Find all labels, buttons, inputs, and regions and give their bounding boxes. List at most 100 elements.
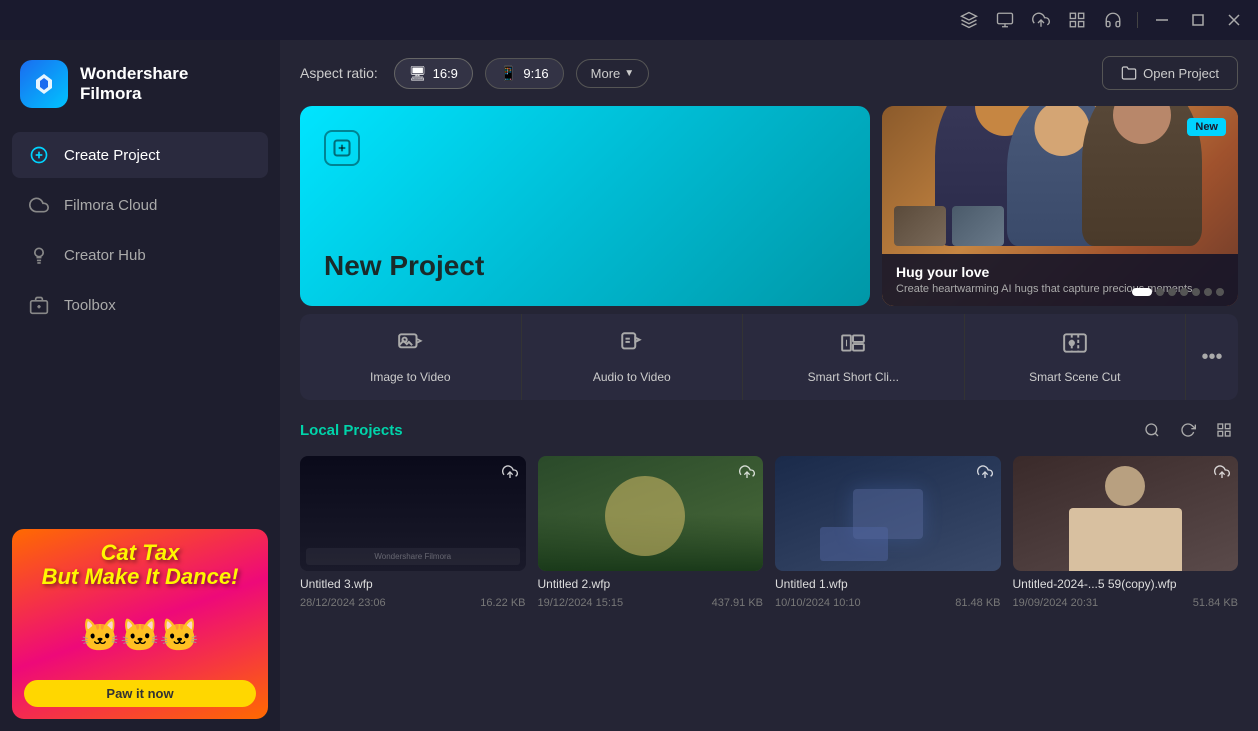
image-to-video-button[interactable]: Image to Video bbox=[300, 314, 522, 400]
feature-title: Hug your love bbox=[896, 264, 1224, 280]
project-item-untitled-3[interactable]: Wondershare Filmora Untitled 3.wfp 28/12… bbox=[300, 456, 526, 609]
sidebar: Wondershare Filmora Create Project bbox=[0, 40, 280, 731]
minimize-button[interactable] bbox=[1146, 4, 1178, 36]
sidebar-item-creator-hub[interactable]: Creator Hub bbox=[12, 232, 268, 278]
audio-to-video-label: Audio to Video bbox=[593, 370, 671, 384]
project-size-4: 51.84 KB bbox=[1193, 597, 1238, 609]
project-size-2: 437.91 KB bbox=[712, 597, 763, 609]
projects-grid: Wondershare Filmora Untitled 3.wfp 28/12… bbox=[300, 456, 1238, 609]
aspect-ratio-bar: Aspect ratio: 🖥 16:9 📱 9:16 More ▼ Open … bbox=[280, 40, 1258, 106]
close-button[interactable] bbox=[1218, 4, 1250, 36]
feature-thumb-2 bbox=[952, 206, 1004, 246]
new-project-card[interactable]: New Project bbox=[300, 106, 870, 306]
ellipsis-icon: ••• bbox=[1201, 346, 1222, 369]
quick-tools-row: Image to Video Audio to Video bbox=[280, 314, 1258, 400]
feature-thumbnails bbox=[894, 206, 1004, 246]
smart-short-clip-icon bbox=[840, 330, 866, 362]
cloud-upload-icon[interactable] bbox=[1025, 4, 1057, 36]
dot-7[interactable] bbox=[1216, 288, 1224, 296]
aspect-16-9-label: 16:9 bbox=[433, 66, 458, 81]
new-project-icon bbox=[324, 130, 360, 166]
project-name-3: Untitled 1.wfp bbox=[775, 577, 1001, 591]
project-size-1: 16.22 KB bbox=[480, 597, 525, 609]
project-size-3: 81.48 KB bbox=[955, 597, 1000, 609]
chevron-down-icon: ▼ bbox=[624, 68, 634, 79]
more-aspect-ratios-button[interactable]: More ▼ bbox=[576, 59, 650, 88]
screen-share-icon[interactable] bbox=[989, 4, 1021, 36]
new-project-title: New Project bbox=[324, 250, 846, 282]
project-thumb-2 bbox=[538, 456, 764, 571]
project-date-1: 28/12/2024 23:06 bbox=[300, 597, 386, 609]
ad-paw-button[interactable]: Paw it now bbox=[24, 680, 256, 707]
sidebar-item-toolbox-label: Toolbox bbox=[64, 297, 116, 314]
dot-5[interactable] bbox=[1192, 288, 1200, 296]
toolbox-icon bbox=[28, 294, 50, 316]
upload-icon-3 bbox=[977, 464, 993, 485]
aspect-ratio-16-9[interactable]: 🖥 16:9 bbox=[394, 58, 473, 89]
smart-scene-cut-button[interactable]: Smart Scene Cut bbox=[965, 314, 1187, 400]
carousel-dots bbox=[1132, 288, 1224, 296]
feature-thumb-1 bbox=[894, 206, 946, 246]
smart-scene-cut-icon bbox=[1062, 330, 1088, 362]
grid-apps-icon[interactable] bbox=[1061, 4, 1093, 36]
sidebar-ad: Cat TaxBut Make It Dance! 🐱🐱🐱 Paw it now bbox=[12, 529, 268, 719]
dot-3[interactable] bbox=[1168, 288, 1176, 296]
project-thumb-3 bbox=[775, 456, 1001, 571]
project-meta-3: 10/10/2024 10:10 81.48 KB bbox=[775, 597, 1001, 609]
content-area: Aspect ratio: 🖥 16:9 📱 9:16 More ▼ Open … bbox=[280, 40, 1258, 731]
mobile-icon: 📱 bbox=[500, 65, 517, 82]
local-projects-section: Local Projects bbox=[280, 400, 1258, 731]
sidebar-item-toolbox[interactable]: Toolbox bbox=[12, 282, 268, 328]
headphones-icon[interactable] bbox=[1097, 4, 1129, 36]
pencil-icon[interactable] bbox=[953, 4, 985, 36]
search-icon[interactable] bbox=[1138, 416, 1166, 444]
titlebar bbox=[0, 0, 1258, 40]
project-date-2: 19/12/2024 15:15 bbox=[538, 597, 624, 609]
project-name-2: Untitled 2.wfp bbox=[538, 577, 764, 591]
view-toggle-icon[interactable] bbox=[1210, 416, 1238, 444]
project-item-untitled-copy[interactable]: Untitled-2024-...5 59(copy).wfp 19/09/20… bbox=[1013, 456, 1239, 609]
feature-new-badge: New bbox=[1187, 118, 1226, 136]
open-project-button[interactable]: Open Project bbox=[1102, 56, 1238, 90]
project-cards-row: New Project Ne bbox=[280, 106, 1258, 306]
sidebar-item-create-project[interactable]: Create Project bbox=[12, 132, 268, 178]
audio-to-video-button[interactable]: Audio to Video bbox=[522, 314, 744, 400]
audio-to-video-icon bbox=[619, 330, 645, 362]
logo-icon bbox=[20, 60, 68, 108]
open-project-label: Open Project bbox=[1143, 66, 1219, 81]
cloud-icon bbox=[28, 194, 50, 216]
feature-info: Hug your love Create heartwarming AI hug… bbox=[882, 254, 1238, 306]
project-item-untitled-1[interactable]: Untitled 1.wfp 10/10/2024 10:10 81.48 KB bbox=[775, 456, 1001, 609]
upload-icon-4 bbox=[1214, 464, 1230, 485]
project-date-4: 19/09/2024 20:31 bbox=[1013, 597, 1099, 609]
logo: Wondershare Filmora bbox=[0, 40, 280, 132]
dot-1[interactable] bbox=[1132, 288, 1152, 296]
monitor-icon: 🖥 bbox=[409, 65, 427, 82]
project-meta-4: 19/09/2024 20:31 51.84 KB bbox=[1013, 597, 1239, 609]
refresh-icon[interactable] bbox=[1174, 416, 1202, 444]
dot-4[interactable] bbox=[1180, 288, 1188, 296]
project-thumb-1: Wondershare Filmora bbox=[300, 456, 526, 571]
image-to-video-label: Image to Video bbox=[370, 370, 451, 384]
project-thumb-4 bbox=[1013, 456, 1239, 571]
image-to-video-icon bbox=[397, 330, 423, 362]
project-name-4: Untitled-2024-...5 59(copy).wfp bbox=[1013, 577, 1239, 591]
project-item-untitled-2[interactable]: Untitled 2.wfp 19/12/2024 15:15 437.91 K… bbox=[538, 456, 764, 609]
logo-text: Wondershare Filmora bbox=[80, 64, 188, 105]
dot-2[interactable] bbox=[1156, 288, 1164, 296]
dot-6[interactable] bbox=[1204, 288, 1212, 296]
feature-carousel-card[interactable]: New Hug your love Create heartwarming AI… bbox=[882, 106, 1238, 306]
aspect-ratio-9-16[interactable]: 📱 9:16 bbox=[485, 58, 564, 89]
main-layout: Wondershare Filmora Create Project bbox=[0, 40, 1258, 731]
separator bbox=[1137, 12, 1138, 28]
sidebar-item-filmora-cloud[interactable]: Filmora Cloud bbox=[12, 182, 268, 228]
smart-short-clip-button[interactable]: Smart Short Cli... bbox=[743, 314, 965, 400]
project-date-3: 10/10/2024 10:10 bbox=[775, 597, 861, 609]
sidebar-item-creator-hub-label: Creator Hub bbox=[64, 247, 146, 264]
maximize-button[interactable] bbox=[1182, 4, 1214, 36]
sidebar-item-create-project-label: Create Project bbox=[64, 147, 160, 164]
thumb-video-preview-1: Wondershare Filmora bbox=[300, 456, 526, 571]
aspect-9-16-label: 9:16 bbox=[523, 66, 548, 81]
more-tools-button[interactable]: ••• bbox=[1186, 314, 1238, 400]
local-projects-title: Local Projects bbox=[300, 422, 403, 439]
